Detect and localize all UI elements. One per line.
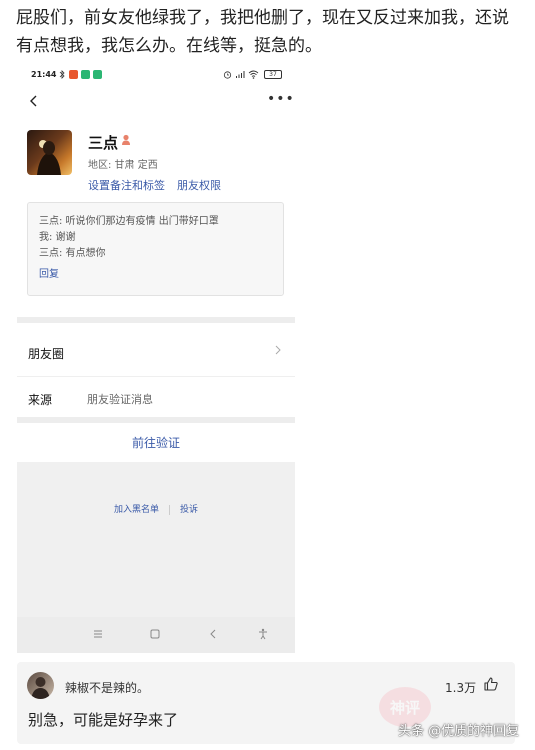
source-value: 朋友验证消息 (87, 393, 153, 406)
battery-indicator: 37 (264, 70, 282, 79)
friend-permission-link[interactable]: 朋友权限 (177, 179, 221, 192)
go-verify-button[interactable]: 前往验证 (17, 424, 295, 462)
signal-icon (236, 71, 245, 78)
source-label: 来源 (28, 393, 53, 407)
message-line: 三点: 听说你们那边有疫情 出门带好口罩 (39, 216, 219, 227)
home-icon[interactable] (149, 628, 161, 640)
watermark: 头条 @优质的神回复 (398, 724, 520, 739)
accessibility-icon[interactable] (257, 628, 269, 640)
reply-link[interactable]: 回复 (39, 267, 283, 283)
profile-name: 三点 (88, 134, 119, 152)
action-links: 加入黑名单 投诉 (17, 502, 295, 515)
avatar-image (37, 140, 61, 175)
comment-text: 别急，可能是好孕来了 (28, 711, 179, 729)
profile-avatar[interactable] (27, 130, 72, 175)
source-row: 来源 朋友验证消息 (17, 373, 295, 423)
like-count: 1.3万 (445, 681, 477, 695)
divider (17, 317, 295, 323)
post-text: 屁股们，前女友他绿我了，我把他删了，现在又反过来加我，还说有点想我，我怎么办。在… (16, 8, 509, 56)
like-icon[interactable] (483, 676, 499, 692)
message-line: 我: 谢谢 (39, 232, 76, 243)
verification-messages: 三点: 听说你们那边有疫情 出门带好口罩 我: 谢谢 三点: 有点想你 回复 (27, 202, 284, 296)
status-time: 21:44 (31, 70, 57, 79)
menu-icon[interactable] (92, 628, 104, 640)
nav-bar: ••• (17, 88, 295, 118)
alarm-icon (223, 71, 232, 79)
more-icon[interactable]: ••• (267, 91, 295, 107)
moments-label: 朋友圈 (28, 347, 65, 361)
moments-row[interactable]: 朋友圈 (17, 327, 295, 377)
profile-region: 地区: 甘肃 定西 (88, 160, 158, 171)
phone-screenshot: 21:44 37 ••• 三点 地区: 甘肃 定西 设置备注和标签 朋友权限 三点… (17, 64, 295, 653)
bluetooth-icon (59, 70, 65, 79)
gender-icon (122, 134, 130, 145)
system-nav-bar (17, 617, 295, 653)
back-nav-icon[interactable] (207, 628, 219, 640)
status-bar: 21:44 37 (17, 64, 295, 86)
commenter-name[interactable]: 辣椒不是辣的。 (65, 679, 149, 696)
wechat-badge-icon (93, 70, 102, 79)
avatar-image (31, 677, 50, 699)
app-badge-icon (69, 70, 78, 79)
back-icon[interactable] (27, 94, 41, 108)
divider (17, 417, 295, 423)
stamp-text: 神评 (390, 699, 420, 717)
blacklist-link[interactable]: 加入黑名单 (104, 502, 169, 515)
message-line: 三点: 有点想你 (39, 248, 106, 259)
app-badge-icon (81, 70, 90, 79)
bottom-area: 加入黑名单 投诉 (17, 462, 295, 653)
set-remark-link[interactable]: 设置备注和标签 (88, 179, 165, 192)
commenter-avatar[interactable] (27, 672, 54, 699)
profile-links: 设置备注和标签 朋友权限 (88, 177, 233, 193)
chevron-right-icon (275, 345, 281, 355)
report-link[interactable]: 投诉 (170, 502, 208, 515)
wifi-icon (248, 70, 259, 79)
